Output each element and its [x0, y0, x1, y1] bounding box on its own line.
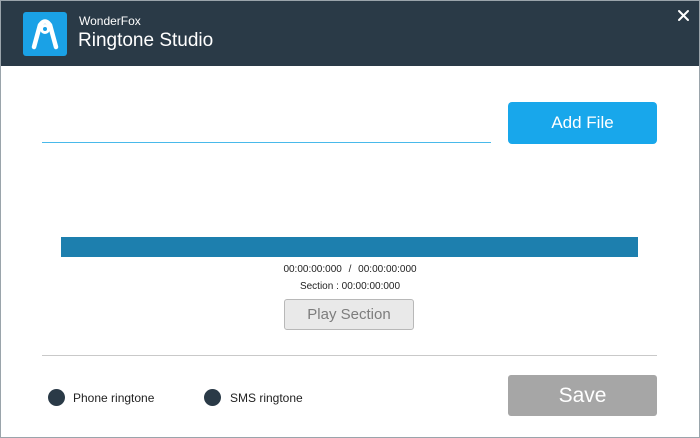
current-time: 00:00:00:000	[283, 264, 342, 275]
section-time: Section : 00:00:00:000	[299, 281, 401, 292]
phone-ringtone-label[interactable]: Phone ringtone	[73, 391, 154, 405]
phone-ringtone-radio[interactable]	[48, 389, 65, 406]
audio-timeline-bar[interactable]	[61, 237, 638, 257]
time-separator: /	[348, 264, 352, 275]
close-icon[interactable]	[674, 6, 694, 26]
brand-name: WonderFox	[79, 14, 141, 28]
total-time: 00:00:00:000	[358, 264, 417, 275]
file-path-input[interactable]	[42, 112, 491, 143]
divider	[42, 355, 657, 356]
time-readout: 00:00:00:000 / 00:00:00:000	[0, 264, 700, 276]
sms-ringtone-label[interactable]: SMS ringtone	[230, 391, 303, 405]
ringtone-studio-logo-icon	[23, 12, 67, 56]
add-file-button[interactable]: Add File	[508, 102, 657, 144]
title-bar: WonderFox Ringtone Studio	[0, 0, 700, 66]
sms-ringtone-radio[interactable]	[204, 389, 221, 406]
play-section-button[interactable]: Play Section	[284, 299, 414, 330]
app-title: Ringtone Studio	[78, 30, 214, 51]
save-button[interactable]: Save	[508, 375, 657, 416]
